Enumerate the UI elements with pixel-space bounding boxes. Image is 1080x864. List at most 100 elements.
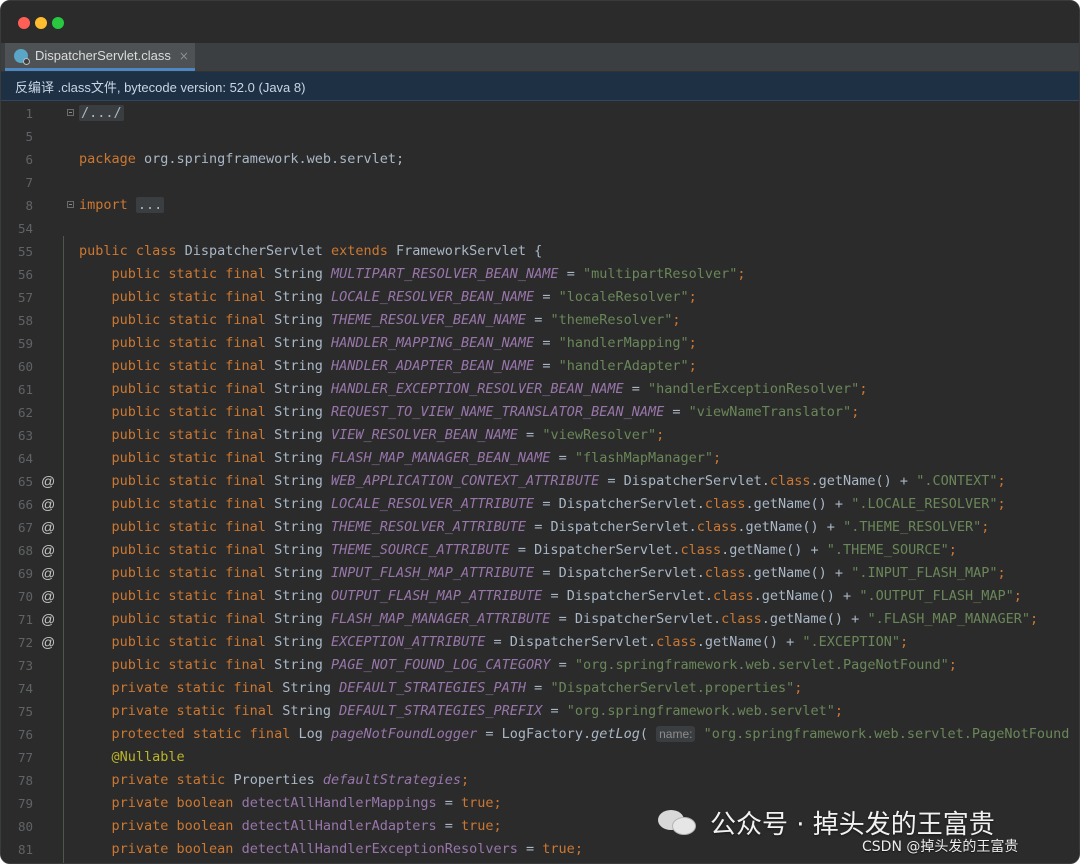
code-line[interactable]: 76 protected static final Log pageNotFou… — [1, 723, 1079, 746]
code-token: REQUEST_TO_VIEW_NAME_TRANSLATOR_BEAN_NAM… — [330, 404, 665, 420]
line-number[interactable]: 55 — [1, 240, 33, 263]
code-line[interactable]: 57 public static final String LOCALE_RES… — [1, 286, 1079, 309]
line-number[interactable]: 57 — [1, 286, 33, 309]
code-token: import — [79, 197, 136, 213]
code-line[interactable]: 68 @ public static final String THEME_SOU… — [1, 539, 1079, 562]
code-line[interactable]: 56 public static final String MULTIPART_… — [1, 263, 1079, 286]
code-token: public static final — [79, 657, 275, 673]
line-number[interactable]: 71 — [1, 608, 33, 631]
code-line[interactable]: 60 public static final String HANDLER_AD… — [1, 355, 1079, 378]
override-marker-icon[interactable]: @ — [41, 493, 55, 516]
line-number[interactable]: 1 — [1, 102, 33, 125]
code-line[interactable]: 72 @ public static final String EXCEPTION… — [1, 631, 1079, 654]
wechat-icon — [658, 808, 698, 836]
code-line[interactable]: 1 /.../ — [1, 102, 1079, 125]
line-number[interactable]: 70 — [1, 585, 33, 608]
code-line[interactable]: 59 public static final String HANDLER_MA… — [1, 332, 1079, 355]
override-marker-icon[interactable]: @ — [41, 539, 55, 562]
line-number[interactable]: 8 — [1, 194, 33, 217]
line-number[interactable]: 5 — [1, 125, 33, 148]
line-number[interactable]: 59 — [1, 332, 33, 355]
code-token: "org.springframework.web.servlet.PageNot… — [703, 726, 1070, 742]
code-line[interactable]: 66 @ public static final String LOCALE_RE… — [1, 493, 1079, 516]
line-number[interactable]: 67 — [1, 516, 33, 539]
code-line[interactable]: 75 private static final String DEFAULT_S… — [1, 700, 1079, 723]
line-number[interactable]: 76 — [1, 723, 33, 746]
code-editor[interactable]: 1 /.../ 5 6 package org.springframework.web.… — [1, 101, 1079, 863]
line-number[interactable]: 74 — [1, 677, 33, 700]
code-line[interactable]: 63 public static final String VIEW_RESOL… — [1, 424, 1079, 447]
override-marker-icon[interactable]: @ — [41, 562, 55, 585]
line-number[interactable]: 66 — [1, 493, 33, 516]
code-token: ".OUTPUT_FLASH_MAP" — [859, 588, 1014, 604]
line-number[interactable]: 75 — [1, 700, 33, 723]
line-number[interactable]: 81 — [1, 838, 33, 861]
code-line[interactable]: 65 @ public static final String WEB_APPLI… — [1, 470, 1079, 493]
collapsed-region[interactable]: ... — [135, 197, 165, 213]
line-number[interactable]: 79 — [1, 792, 33, 815]
code-line[interactable]: 54 — [1, 217, 1079, 240]
line-number[interactable]: 61 — [1, 378, 33, 401]
code-line[interactable]: 71 @ public static final String FLASH_MAP… — [1, 608, 1079, 631]
override-marker-icon[interactable]: @ — [41, 631, 55, 654]
code-token: pageNotFoundLogger — [330, 726, 478, 742]
line-number[interactable]: 60 — [1, 355, 33, 378]
line-number[interactable]: 69 — [1, 562, 33, 585]
code-line[interactable]: 69 @ public static final String INPUT_FLA… — [1, 562, 1079, 585]
line-number[interactable]: 54 — [1, 217, 33, 240]
line-number[interactable]: 58 — [1, 309, 33, 332]
code-token: public static final — [79, 427, 275, 443]
code-line[interactable]: 58 public static final String THEME_RESO… — [1, 309, 1079, 332]
fold-toggle-icon[interactable] — [67, 109, 74, 116]
code-token: ; — [672, 312, 681, 328]
code-line[interactable]: 67 @ public static final String THEME_RES… — [1, 516, 1079, 539]
line-number[interactable]: 62 — [1, 401, 33, 424]
override-marker-icon[interactable]: @ — [41, 608, 55, 631]
close-window-button[interactable] — [18, 17, 30, 29]
code-line[interactable]: 61 public static final String HANDLER_EX… — [1, 378, 1079, 401]
code-line[interactable]: 6 package org.springframework.web.servlet… — [1, 148, 1079, 171]
code-line[interactable]: 77 @Nullable — [1, 746, 1079, 769]
close-icon[interactable]: × — [179, 49, 189, 63]
collapsed-region[interactable]: /.../ — [79, 105, 124, 121]
code-line[interactable]: 5 — [1, 125, 1079, 148]
code-line[interactable]: 8 import ... — [1, 194, 1079, 217]
code-token: HANDLER_ADAPTER_BEAN_NAME — [330, 358, 535, 374]
title-bar — [1, 1, 1079, 43]
line-number[interactable]: 68 — [1, 539, 33, 562]
code-token: class — [704, 496, 746, 512]
maximize-window-button[interactable] — [52, 17, 64, 29]
code-line[interactable]: 64 public static final String FLASH_MAP_… — [1, 447, 1079, 470]
code-line[interactable]: 7 — [1, 171, 1079, 194]
code-line[interactable]: 70 @ public static final String OUTPUT_FL… — [1, 585, 1079, 608]
code-line[interactable]: 74 private static final String DEFAULT_S… — [1, 677, 1079, 700]
code-line[interactable]: 78 private static Properties defaultStra… — [1, 769, 1079, 792]
line-number[interactable]: 77 — [1, 746, 33, 769]
line-number[interactable]: 72 — [1, 631, 33, 654]
code-token: String — [274, 634, 331, 650]
line-number[interactable]: 78 — [1, 769, 33, 792]
code-text: @Nullable — [79, 746, 185, 769]
code-line[interactable]: 73 public static final String PAGE_NOT_F… — [1, 654, 1079, 677]
override-marker-icon[interactable]: @ — [41, 585, 55, 608]
override-marker-icon[interactable]: @ — [41, 470, 55, 493]
code-token: String — [274, 450, 331, 466]
line-number[interactable]: 63 — [1, 424, 33, 447]
code-token: "org.springframework.web.servlet" — [566, 703, 835, 719]
override-marker-icon[interactable]: @ — [41, 516, 55, 539]
code-token: defaultStrategies — [322, 772, 462, 788]
tab-dispatcherservlet-class[interactable]: DispatcherServlet.class × — [5, 43, 195, 71]
line-number[interactable]: 6 — [1, 148, 33, 171]
line-number[interactable]: 7 — [1, 171, 33, 194]
code-line[interactable]: 55 public class DispatcherServlet extends… — [1, 240, 1079, 263]
code-token: class — [704, 565, 746, 581]
line-number[interactable]: 73 — [1, 654, 33, 677]
code-line[interactable]: 62 public static final String REQUEST_TO… — [1, 401, 1079, 424]
code-token: ; — [493, 818, 502, 834]
fold-toggle-icon[interactable] — [67, 201, 74, 208]
line-number[interactable]: 80 — [1, 815, 33, 838]
line-number[interactable]: 56 — [1, 263, 33, 286]
minimize-window-button[interactable] — [35, 17, 47, 29]
line-number[interactable]: 65 — [1, 470, 33, 493]
line-number[interactable]: 64 — [1, 447, 33, 470]
